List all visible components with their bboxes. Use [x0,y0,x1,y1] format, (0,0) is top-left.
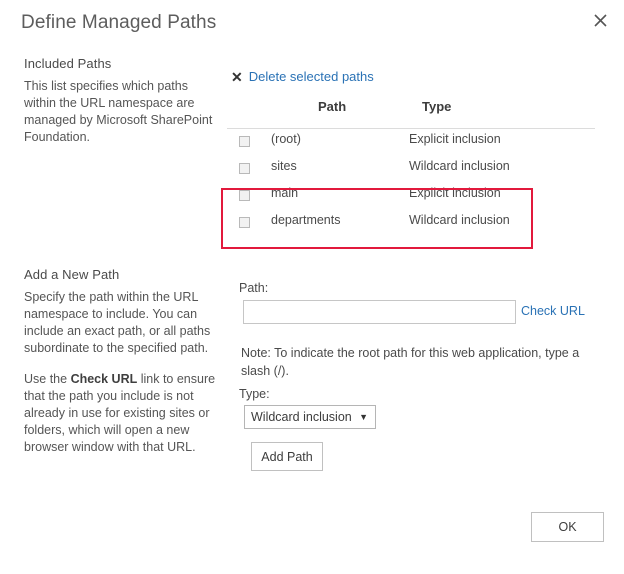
cell-path: (root) [271,132,301,146]
table-row[interactable]: departments Wildcard inclusion [227,210,595,237]
column-header-type: Type [422,99,452,114]
row-checkbox[interactable] [239,190,250,201]
row-checkbox[interactable] [239,217,250,228]
cell-path: main [271,186,299,200]
table-row[interactable]: main Explicit inclusion [227,183,595,210]
row-checkbox[interactable] [239,163,250,174]
add-new-path-heading: Add a New Path [24,267,120,282]
type-select-value: Wildcard inclusion [251,410,352,424]
chevron-down-icon: ▼ [359,411,368,422]
included-paths-table: Path Type (root) Explicit inclusion site… [227,99,595,237]
included-paths-info: Included Paths This list specifies which… [24,56,220,146]
table-row[interactable]: (root) Explicit inclusion [227,129,595,156]
ok-button[interactable]: OK [531,512,604,542]
row-checkbox[interactable] [239,136,250,147]
add-new-path-info: Add a New Path Specify the path within t… [24,267,220,456]
path-input[interactable] [243,300,516,324]
check-url-description: Use the Check URL link to ensure that th… [24,371,220,456]
page-title: Define Managed Paths [21,12,217,33]
root-path-note: Note: To indicate the root path for this… [241,346,580,378]
delete-selected-paths-label: Delete selected paths [248,69,374,84]
path-field-label: Path: [239,281,269,295]
cell-path: sites [271,159,297,173]
check-url-desc-bold: Check URL [70,372,138,386]
table-row[interactable]: sites Wildcard inclusion [227,156,595,183]
add-path-button[interactable]: Add Path [251,442,323,471]
delete-selected-paths-button[interactable]: ✕ Delete selected paths [231,69,374,84]
cell-type: Explicit inclusion [409,186,501,200]
cell-path: departments [271,213,341,227]
type-select[interactable]: Wildcard inclusion ▼ [244,405,376,429]
close-icon[interactable] [588,8,612,32]
add-new-path-description: Specify the path within the URL namespac… [24,290,211,355]
delete-icon: ✕ [231,68,243,85]
column-header-path: Path [318,99,347,114]
table-header-row: Path Type [227,99,595,128]
cell-type: Wildcard inclusion [409,213,510,227]
cell-type: Explicit inclusion [409,132,501,146]
check-url-link[interactable]: Check URL [521,304,585,318]
included-paths-heading: Included Paths [24,56,112,71]
included-paths-description: This list specifies which paths within t… [24,79,213,144]
type-field-label: Type: [239,387,270,401]
check-url-desc-before: Use the [24,372,71,386]
cell-type: Wildcard inclusion [409,159,510,173]
